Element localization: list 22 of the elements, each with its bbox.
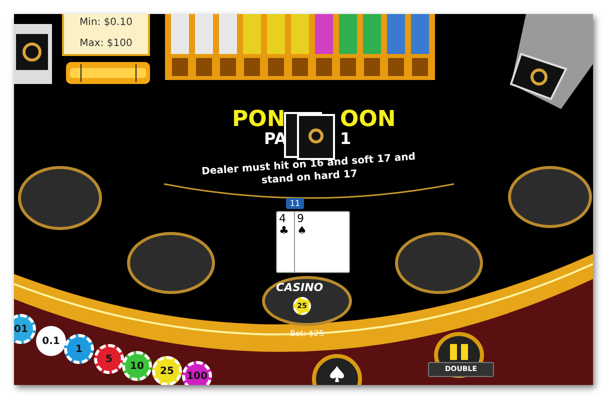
max-bet-text: Max: $100 [80,37,132,51]
betting-chip[interactable]: 5 [94,344,124,374]
betting-chip[interactable]: 0.1 [36,326,66,356]
card-suit: ♠ [297,225,307,238]
betting-chip[interactable]: 1 [64,334,94,364]
logo-text: CASINO [276,280,324,296]
bet-text: Bet: $25 [290,328,324,340]
card-rank: 4 [279,213,286,226]
title-text: OON [340,109,396,131]
card-shoe-drawing [14,24,52,84]
min-bet-text: Min: $0.10 [80,16,132,30]
betting-chip[interactable]: 25 [152,356,182,385]
card-rank: 9 [297,213,304,226]
pause-icon [449,344,469,360]
betting-chip[interactable]: 10 [122,351,152,381]
subtitle-text: 1 [340,131,352,147]
spade-icon [330,366,344,382]
betting-chip[interactable]: 01 [14,314,36,344]
title-text: PON [232,109,286,131]
card-suit: ♣ [279,225,289,238]
betting-chip[interactable]: 100 [182,361,212,385]
hand-total: 11 [286,198,304,209]
